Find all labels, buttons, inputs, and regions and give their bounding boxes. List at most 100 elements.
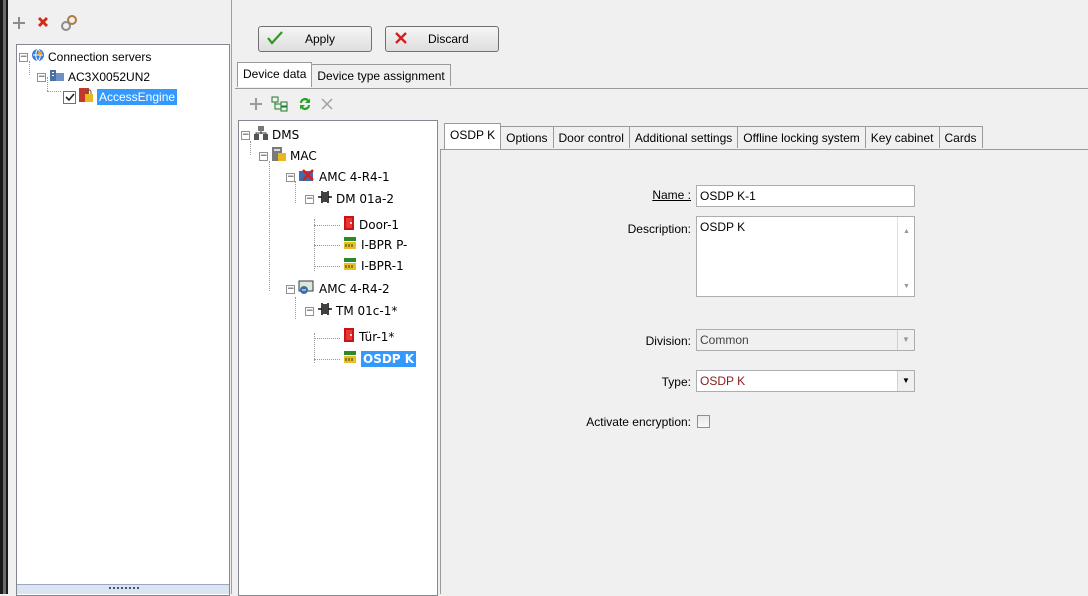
globe-icon xyxy=(31,48,45,66)
close-icon[interactable] xyxy=(321,97,333,113)
tab-key-cabinet[interactable]: Key cabinet xyxy=(864,126,940,148)
tree-node-connection-servers[interactable]: − Connection servers xyxy=(19,48,152,66)
tab-offline-locking-system[interactable]: Offline locking system xyxy=(737,126,866,148)
tree-node-label: I-BPR P- xyxy=(361,238,408,252)
reader-icon xyxy=(343,257,357,275)
tree-node-dm-01a-2[interactable]: − DM 01a-2 xyxy=(305,191,394,207)
collapse-icon[interactable]: − xyxy=(19,52,28,62)
discard-label: Discard xyxy=(428,32,469,46)
plus-icon[interactable] xyxy=(249,97,263,114)
tree-node-label: AMC 4-R4-2 xyxy=(319,282,390,296)
tree-node-amc-1[interactable]: − AMC 4-R4-1 xyxy=(286,169,390,185)
tab-device-type-assignment[interactable]: Device type assignment xyxy=(311,64,451,86)
reader-icon xyxy=(343,236,357,254)
tree-node-osdp-k[interactable]: OSDP K xyxy=(343,350,417,368)
window-edge xyxy=(0,0,8,594)
device-toolbar xyxy=(249,96,333,114)
connect-icon[interactable] xyxy=(60,14,78,34)
lock-icon xyxy=(78,87,94,107)
tab-additional-settings[interactable]: Additional settings xyxy=(628,126,739,148)
scroll-up-icon[interactable]: ▲ xyxy=(903,224,910,240)
chevron-down-icon[interactable]: ▼ xyxy=(897,330,914,350)
collapse-icon[interactable]: − xyxy=(286,172,295,182)
checkmark-icon xyxy=(267,30,283,48)
type-label: Type: xyxy=(661,375,691,389)
tree-node-mac[interactable]: − MAC xyxy=(259,146,317,166)
tree-node-label: AccessEngine xyxy=(97,89,178,105)
tree-node-server[interactable]: − AC3X0052UN2 xyxy=(37,69,150,85)
tree-node-door-1[interactable]: Door-1 xyxy=(343,215,400,235)
description-field[interactable]: OSDP K ▲ ▼ xyxy=(696,216,915,297)
amc-error-icon xyxy=(298,167,316,187)
discard-button[interactable]: Discard xyxy=(385,26,499,52)
description-label: Description: xyxy=(627,222,691,236)
tab-osdp-k[interactable]: OSDP K xyxy=(444,123,502,149)
plus-icon[interactable] xyxy=(12,16,26,33)
reader-icon xyxy=(343,350,357,368)
tree-node-label: DMS xyxy=(272,128,300,142)
tree-node-tm-01c-1[interactable]: − TM 01c-1* xyxy=(305,303,397,319)
type-value: OSDP K xyxy=(700,374,746,388)
door-model-icon xyxy=(317,302,333,320)
tree-node-label: MAC xyxy=(290,149,317,163)
collapse-icon[interactable]: − xyxy=(305,306,314,316)
description-scrollbar[interactable]: ▲ ▼ xyxy=(897,217,914,296)
tree-node-reader-1[interactable]: I-BPR-1 xyxy=(343,258,404,274)
apply-button[interactable]: Apply xyxy=(258,26,372,52)
chevron-down-icon[interactable]: ▼ xyxy=(897,371,914,391)
server-tree: − Connection servers − AC3X0052UN2 Acces… xyxy=(16,44,230,596)
device-tree: − DMS − MAC − AMC 4-R4-1 − DM 01a-2 Door… xyxy=(238,120,438,596)
tree-node-dms[interactable]: − DMS xyxy=(241,125,300,145)
name-field[interactable]: OSDP K-1 xyxy=(696,185,915,207)
tree-node-label: AC3X0052UN2 xyxy=(68,70,151,84)
dms-icon xyxy=(253,125,269,145)
collapse-icon[interactable]: − xyxy=(37,72,46,82)
server-icon xyxy=(49,68,65,86)
tab-door-control[interactable]: Door control xyxy=(552,126,630,148)
server-toolbar xyxy=(12,14,78,34)
apply-label: Apply xyxy=(305,32,336,46)
collapse-icon[interactable]: − xyxy=(305,194,314,204)
tree-node-tuer-1[interactable]: Tür-1* xyxy=(343,327,395,347)
encryption-label: Activate encryption: xyxy=(586,415,691,429)
division-label: Division: xyxy=(645,334,691,348)
hierarchy-icon[interactable] xyxy=(271,96,289,115)
server-pane: − Connection servers − AC3X0052UN2 Acces… xyxy=(8,0,232,596)
name-label: Name : xyxy=(652,188,691,202)
collapse-icon[interactable]: − xyxy=(286,284,295,294)
x-icon xyxy=(394,31,408,48)
collapse-icon[interactable]: − xyxy=(241,130,250,140)
tree-node-label: Door-1 xyxy=(359,218,400,232)
door-icon xyxy=(343,215,355,235)
encryption-checkbox[interactable] xyxy=(697,415,710,428)
checkbox[interactable] xyxy=(63,90,76,104)
tree-node-accessengine[interactable]: AccessEngine xyxy=(63,87,178,107)
refresh-icon[interactable] xyxy=(297,96,313,115)
horizontal-scrollbar[interactable] xyxy=(17,584,229,594)
tab-options[interactable]: Options xyxy=(500,126,554,148)
tree-node-label: I-BPR-1 xyxy=(361,259,404,273)
mac-icon xyxy=(271,146,287,166)
amc-icon xyxy=(298,279,316,299)
properties-tabs: OSDP K Options Door control Additional s… xyxy=(444,123,983,150)
collapse-icon[interactable]: − xyxy=(259,151,268,161)
tree-node-label: Tür-1* xyxy=(359,330,395,344)
description-text: OSDP K xyxy=(700,220,746,234)
x-icon[interactable] xyxy=(36,16,50,33)
tree-node-label: OSDP K xyxy=(361,351,417,367)
type-select[interactable]: OSDP K ▼ xyxy=(696,370,915,392)
tab-device-data[interactable]: Device data xyxy=(237,62,313,87)
tree-node-reader-p[interactable]: I-BPR P- xyxy=(343,237,407,253)
tab-cards[interactable]: Cards xyxy=(938,126,983,148)
tree-node-label: AMC 4-R4-1 xyxy=(319,170,390,184)
tree-node-amc-2[interactable]: − AMC 4-R4-2 xyxy=(286,279,390,299)
main-tabs: Device data Device type assignment xyxy=(237,62,451,88)
door-icon xyxy=(343,327,355,347)
tree-node-label: DM 01a-2 xyxy=(336,192,394,206)
door-model-icon xyxy=(317,190,333,208)
division-select[interactable]: Common ▼ xyxy=(696,329,915,351)
tree-node-label: TM 01c-1* xyxy=(336,304,398,318)
division-value: Common xyxy=(700,333,749,347)
scroll-down-icon[interactable]: ▼ xyxy=(903,279,910,295)
tree-node-label: Connection servers xyxy=(48,50,152,64)
